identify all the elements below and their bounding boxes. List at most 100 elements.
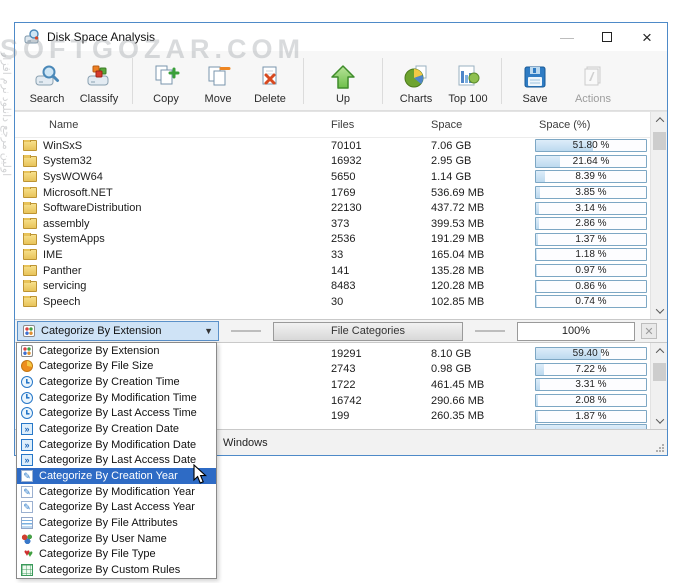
toolbar-button-label: Up xyxy=(336,93,350,105)
row-name: SystemApps xyxy=(43,233,105,245)
table-header[interactable]: Name Files Space Space (%) xyxy=(15,112,667,138)
menu-item[interactable]: Categorize By Custom Rules xyxy=(17,562,216,578)
column-header-space[interactable]: Space xyxy=(431,119,535,131)
up-button[interactable]: Up xyxy=(311,54,375,108)
table-row[interactable]: System32 16932 2.95 GB 21.64 % xyxy=(15,154,667,170)
row-percent-bar: 59.40 % xyxy=(535,347,647,360)
search-button[interactable]: Search xyxy=(21,54,73,108)
year-pencil-icon: ✎ xyxy=(21,501,33,513)
zoom-level-box[interactable]: 100% xyxy=(517,322,635,341)
menu-item-label: Categorize By Last Access Date xyxy=(39,454,196,466)
move-icon xyxy=(204,62,232,92)
row-percent-bar: 2.86 % xyxy=(535,217,647,230)
menu-item-label: Categorize By User Name xyxy=(39,533,167,545)
table-row[interactable]: WinSxS 70101 7.06 GB 51.80 % xyxy=(15,138,667,154)
separator-dash xyxy=(475,330,505,332)
table-row[interactable]: Microsoft.NET 1769 536.69 MB 3.85 % xyxy=(15,185,667,201)
minimize-button[interactable]: — xyxy=(547,23,587,51)
bar-chart-icon xyxy=(454,62,482,92)
table-rows: WinSxS 70101 7.06 GB 51.80 % System32 16… xyxy=(15,138,667,310)
up-arrow-icon xyxy=(329,62,357,92)
top-100-button[interactable]: Top 100 xyxy=(442,54,494,108)
screenshot-stage: Disk Space Analysis — × Search Classify xyxy=(0,0,700,583)
maximize-button[interactable] xyxy=(587,23,627,51)
column-header-space-pct[interactable]: Space (%) xyxy=(535,119,647,131)
scroll-up-icon[interactable] xyxy=(651,112,667,128)
menu-item[interactable]: Categorize By Last Access Time xyxy=(17,406,216,422)
menu-item[interactable]: Categorize By Extension xyxy=(17,343,216,359)
scrollbar-vertical[interactable] xyxy=(650,112,667,319)
table-row[interactable]: Speech 30 102.85 MB 0.74 % xyxy=(15,294,667,310)
classify-button[interactable]: Classify xyxy=(73,54,125,108)
row-files: 19291 xyxy=(331,348,431,360)
folder-icon xyxy=(23,218,37,229)
row-files: 199 xyxy=(331,410,431,422)
menu-item[interactable]: ✎ Categorize By Last Access Year xyxy=(17,500,216,516)
move-button[interactable]: Move xyxy=(192,54,244,108)
resize-grip[interactable] xyxy=(656,444,664,452)
save-button[interactable]: Save xyxy=(509,54,561,108)
menu-item-label: Categorize By Modification Time xyxy=(39,392,197,404)
table-row[interactable]: SoftwareDistribution 22130 437.72 MB 3.1… xyxy=(15,200,667,216)
column-header-files[interactable]: Files xyxy=(331,119,431,131)
folder-icon xyxy=(23,281,37,292)
row-files: 1769 xyxy=(331,187,431,199)
table-row[interactable]: assembly 373 399.53 MB 2.86 % xyxy=(15,216,667,232)
row-name: Speech xyxy=(43,296,80,308)
panel-close-icon[interactable]: ✕ xyxy=(641,323,657,339)
watermark-side-text: اولین مرجع دانلود نرم افزار xyxy=(0,52,13,176)
table-row[interactable]: servicing 8483 120.28 MB 0.86 % xyxy=(15,278,667,294)
menu-item[interactable]: Categorize By File Size xyxy=(17,359,216,375)
menu-item[interactable]: » Categorize By Modification Date xyxy=(17,437,216,453)
menu-item[interactable]: Categorize By Creation Time xyxy=(17,374,216,390)
table-row[interactable]: IME 33 165.04 MB 1.18 % xyxy=(15,247,667,263)
scrollbar-thumb[interactable] xyxy=(653,363,666,381)
folder-icon xyxy=(23,249,37,260)
row-percent-bar: 21.64 % xyxy=(535,155,647,168)
delete-button[interactable]: Delete xyxy=(244,54,296,108)
charts-button[interactable]: Charts xyxy=(390,54,442,108)
copy-button[interactable]: Copy xyxy=(140,54,192,108)
row-percent-label: 8.39 % xyxy=(536,171,646,182)
toolbar-separator xyxy=(303,58,304,104)
toolbar-button-label: Move xyxy=(205,93,232,105)
table-row[interactable]: SysWOW64 5650 1.14 GB 8.39 % xyxy=(15,169,667,185)
row-files: 30 xyxy=(331,296,431,308)
actions-button[interactable]: Actions xyxy=(561,54,625,108)
table-row[interactable]: Panther 141 135.28 MB 0.97 % xyxy=(15,263,667,279)
menu-item[interactable]: ♥ Categorize By File Type xyxy=(17,547,216,563)
row-files: 373 xyxy=(331,218,431,230)
scrollbar-vertical[interactable] xyxy=(650,343,667,429)
folder-icon xyxy=(23,296,37,307)
toolbar-button-label: Charts xyxy=(400,93,432,105)
row-files: 8483 xyxy=(331,280,431,292)
row-name: System32 xyxy=(43,155,92,167)
menu-item[interactable]: ✎ Categorize By Modification Year xyxy=(17,484,216,500)
scroll-down-icon[interactable] xyxy=(651,413,667,429)
row-percent-label: 3.85 % xyxy=(536,187,646,198)
scroll-down-icon[interactable] xyxy=(651,303,667,319)
file-categories-button[interactable]: File Categories xyxy=(273,322,463,341)
folder-icon xyxy=(23,171,37,182)
menu-item[interactable]: » Categorize By Last Access Date xyxy=(17,453,216,469)
menu-item[interactable]: ✎ Categorize By Creation Year xyxy=(17,468,216,484)
menu-item-label: Categorize By Last Access Time xyxy=(39,407,197,419)
menu-item[interactable]: Categorize By User Name xyxy=(17,531,216,547)
close-button[interactable]: × xyxy=(627,23,667,51)
table-row[interactable]: SystemApps 2536 191.29 MB 1.37 % xyxy=(15,232,667,248)
toolbar-button-label: Copy xyxy=(153,93,179,105)
category-toolbar: Categorize By Extension ▼ File Categorie… xyxy=(15,319,667,343)
menu-item[interactable]: Categorize By Modification Time xyxy=(17,390,216,406)
menu-item[interactable]: Categorize By File Attributes xyxy=(17,515,216,531)
scroll-up-icon[interactable] xyxy=(651,343,667,359)
scrollbar-thumb[interactable] xyxy=(653,132,666,150)
menu-item[interactable]: » Categorize By Creation Date xyxy=(17,421,216,437)
toolbar-separator xyxy=(501,58,502,104)
row-files: 16742 xyxy=(331,395,431,407)
title-bar[interactable]: Disk Space Analysis — × xyxy=(15,23,667,51)
pie-chart-icon xyxy=(402,62,430,92)
column-header-name[interactable]: Name xyxy=(15,119,331,131)
categorize-combobox[interactable]: Categorize By Extension ▼ xyxy=(17,321,219,341)
row-percent-bar: 3.14 % xyxy=(535,202,647,215)
row-name: SoftwareDistribution xyxy=(43,202,141,214)
